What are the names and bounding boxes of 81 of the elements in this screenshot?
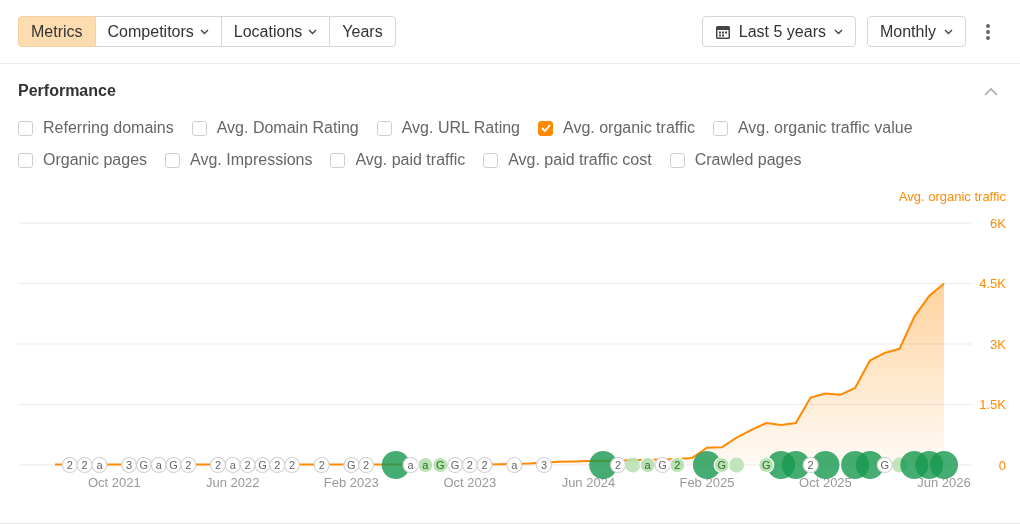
event-marker[interactable]: 2: [669, 456, 686, 474]
axis-label: Feb 2023: [323, 475, 379, 490]
axis-label: Jun 2022: [206, 475, 260, 490]
axis-label: 6K: [990, 215, 1006, 231]
metric-checkbox[interactable]: Avg. Impressions: [165, 151, 313, 169]
event-marker[interactable]: a: [150, 456, 167, 474]
event-marker[interactable]: 2: [283, 456, 301, 474]
event-marker[interactable]: 2: [476, 456, 493, 474]
checkbox[interactable]: [538, 120, 553, 136]
event-marker[interactable]: 3: [535, 456, 553, 474]
chevron-icon[interactable]: [984, 86, 998, 96]
metric-checkbox[interactable]: Avg. URL Rating: [376, 119, 520, 137]
checkbox[interactable]: [18, 152, 33, 168]
checkbox-label: Avg. Impressions: [190, 151, 313, 169]
checkbox[interactable]: [191, 120, 207, 136]
event-marker[interactable]: G: [254, 456, 271, 474]
event-marker[interactable]: 2: [358, 456, 375, 474]
event-marker[interactable]: 2: [269, 456, 286, 474]
segment-tab[interactable]: Locations: [220, 16, 331, 47]
event-marker[interactable]: [729, 457, 745, 473]
metric-checkbox[interactable]: Organic pages: [18, 151, 148, 169]
interval-dropdown[interactable]: Monthly: [866, 16, 966, 47]
calendar-icon: [714, 23, 731, 40]
checkbox[interactable]: [483, 152, 499, 168]
checkbox[interactable]: [330, 152, 346, 168]
event-marker[interactable]: 2: [76, 456, 93, 474]
series-label: Avg. organic traffic: [898, 189, 1006, 204]
axis-label: Oct 2025: [799, 475, 852, 490]
event-marker[interactable]: a: [417, 456, 434, 474]
event-marker[interactable]: G: [135, 456, 152, 474]
event-marker[interactable]: G: [446, 456, 464, 474]
checkbox-label: Avg. URL Rating: [401, 119, 520, 137]
caret-icon: [199, 28, 209, 35]
segment-tab[interactable]: Competitors: [94, 16, 222, 47]
axis-label: Jun 2026: [917, 475, 971, 490]
axis-label: Oct 2023: [443, 475, 497, 490]
checkbox-label: Referring domains: [43, 119, 174, 137]
caret-icon: [308, 28, 318, 35]
checkbox-label: Avg. organic traffic: [563, 119, 695, 137]
event-marker[interactable]: 2: [313, 456, 330, 474]
event-marker[interactable]: [930, 451, 958, 479]
event-marker[interactable]: a: [224, 456, 241, 474]
axis-label: 0: [998, 457, 1006, 473]
event-marker[interactable]: 2: [461, 456, 478, 474]
event-marker[interactable]: a: [639, 456, 656, 474]
more-icon[interactable]: [986, 23, 990, 40]
caret-icon: [944, 28, 953, 35]
caret-icon: [833, 28, 843, 35]
checkbox[interactable]: [669, 152, 685, 168]
checkbox[interactable]: [712, 120, 728, 136]
checkbox[interactable]: [376, 120, 392, 136]
event-marker[interactable]: 2: [61, 456, 78, 474]
axis-label: 4.5K: [979, 276, 1006, 291]
segment-tab[interactable]: Metrics: [18, 16, 96, 47]
axis-label: 1.5K: [979, 397, 1006, 412]
checkbox-label: Crawled pages: [694, 151, 802, 169]
event-marker[interactable]: 2: [239, 456, 256, 474]
section-title: Performance: [18, 82, 116, 100]
axis-label: 3K: [990, 336, 1006, 352]
event-marker[interactable]: G: [432, 456, 449, 474]
axis-label: Jun 2024: [561, 475, 616, 490]
checkbox[interactable]: [18, 120, 33, 136]
event-marker[interactable]: G: [165, 456, 182, 474]
checkbox[interactable]: [165, 152, 181, 168]
event-marker[interactable]: 3: [121, 456, 138, 474]
period-dropdown[interactable]: Last 5 years: [701, 16, 856, 47]
metric-checkbox[interactable]: Avg. paid traffic: [330, 151, 466, 169]
metric-checkbox[interactable]: Avg. organic traffic: [538, 119, 695, 137]
axis-label: Oct 2021: [87, 475, 141, 490]
axis-label: Feb 2025: [679, 475, 735, 490]
segment-tab[interactable]: Years: [329, 16, 396, 47]
checkbox-label: Avg. paid traffic: [355, 151, 466, 169]
metric-checkbox[interactable]: Referring domains: [18, 119, 174, 137]
event-marker[interactable]: [625, 457, 641, 473]
event-marker[interactable]: a: [91, 456, 108, 474]
event-marker[interactable]: 2: [209, 456, 227, 474]
event-marker[interactable]: a: [506, 456, 523, 474]
event-marker[interactable]: G: [343, 456, 360, 474]
event-marker[interactable]: 2: [180, 456, 197, 474]
metric-checkbox[interactable]: Crawled pages: [669, 151, 802, 169]
checkbox-label: Organic pages: [43, 151, 148, 169]
